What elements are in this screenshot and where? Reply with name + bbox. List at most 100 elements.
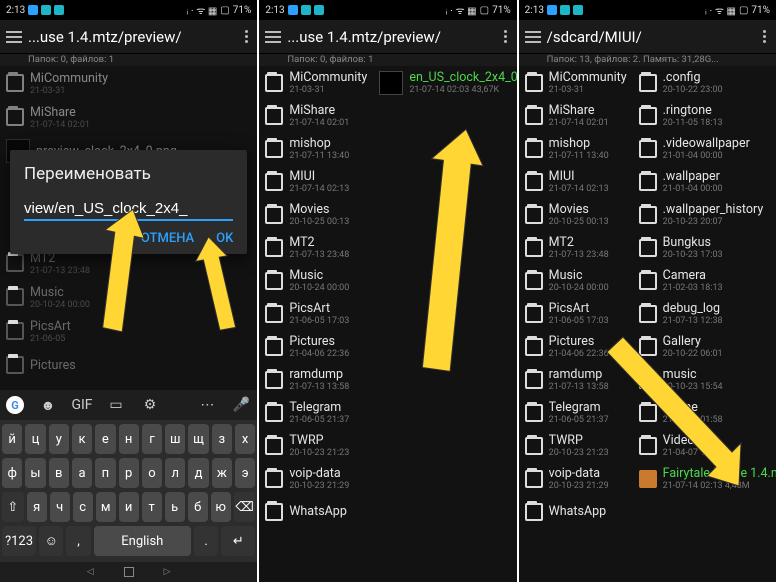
list-item[interactable]: Pictures21-04-06 22:36 <box>259 330 373 363</box>
mic-icon[interactable]: 🎤 <box>231 395 251 415</box>
home-softkey[interactable] <box>124 567 134 577</box>
list-item[interactable]: Movies20-10-25 00:13 <box>519 198 633 231</box>
recent-softkey[interactable]: ▷ <box>164 567 171 577</box>
overflow-icon[interactable] <box>239 30 253 43</box>
key[interactable]: ☺ <box>39 526 63 556</box>
list-item[interactable]: theme21-07-14 01:58 <box>633 396 776 429</box>
file-item[interactable]: en_US_clock_2x4_0.png 21-07-14 02:03 43,… <box>373 66 516 99</box>
key[interactable]: ⌫ <box>234 492 256 522</box>
list-item[interactable]: MT221-07-13 23:48 <box>259 231 373 264</box>
path-title[interactable]: ...use 1.4.mtz/preview/ <box>24 28 239 46</box>
overflow-icon[interactable] <box>758 30 772 43</box>
list-item[interactable]: music20-10-23 15:54 <box>633 363 776 396</box>
key[interactable]: а <box>72 458 92 488</box>
key[interactable]: э <box>235 458 255 488</box>
spacebar[interactable]: English <box>94 526 191 556</box>
key[interactable]: ы <box>25 458 45 488</box>
list-item[interactable]: debug_log21-07-13 12:38 <box>633 297 776 330</box>
key[interactable]: н <box>119 424 139 454</box>
key[interactable]: с <box>73 492 93 522</box>
list-item[interactable]: voip-data20-10-23 21:29 <box>259 462 373 495</box>
key[interactable]: е <box>95 424 115 454</box>
list-item[interactable]: MiShare21-07-14 02:01 <box>519 99 633 132</box>
key[interactable]: ф <box>2 458 22 488</box>
list-item[interactable]: PicsArt21-06-05 17:03 <box>259 297 373 330</box>
key[interactable]: ц <box>25 424 45 454</box>
ok-button[interactable]: OK <box>216 231 233 246</box>
rename-input[interactable] <box>24 198 233 221</box>
list-item[interactable]: PicsArt21-06-05 17:03 <box>519 297 633 330</box>
list-item[interactable]: Music20-10-24 00:00 <box>519 264 633 297</box>
list-item[interactable]: Bungkus20-10-23 17:03 <box>633 231 776 264</box>
key[interactable]: й <box>2 424 22 454</box>
key[interactable]: ю <box>211 492 231 522</box>
list-item[interactable]: mishop21-07-11 13:40 <box>519 132 633 165</box>
back-softkey[interactable]: ◁ <box>87 567 94 577</box>
list-item[interactable]: TWRP20-10-23 21:23 <box>519 429 633 462</box>
key[interactable]: т <box>142 492 162 522</box>
list-item[interactable]: MIUI21-07-14 02:13 <box>519 165 633 198</box>
key[interactable]: п <box>95 458 115 488</box>
key[interactable]: у <box>49 424 69 454</box>
key[interactable]: д <box>188 458 208 488</box>
key[interactable]: х <box>235 424 255 454</box>
sticker-icon[interactable]: ☻ <box>38 395 58 415</box>
key[interactable]: и <box>119 492 139 522</box>
cancel-button[interactable]: ОТМЕНА <box>141 231 194 246</box>
list-item[interactable]: .config20-10-22 23:00 <box>633 66 776 99</box>
key[interactable]: р <box>119 458 139 488</box>
key[interactable]: б <box>188 492 208 522</box>
list-item[interactable]: TWRP20-10-23 21:23 <box>259 429 373 462</box>
overflow-icon[interactable] <box>499 30 513 43</box>
menu-icon[interactable] <box>263 27 283 47</box>
list-item[interactable]: Music20-10-24 00:00 <box>259 264 373 297</box>
list-item[interactable]: Telegram21-06-05 21:37 <box>259 396 373 429</box>
list-item[interactable]: Camera21-02-03 18:13 <box>633 264 776 297</box>
key[interactable]: ч <box>50 492 70 522</box>
list-item[interactable]: MT221-07-13 23:48 <box>519 231 633 264</box>
key[interactable]: в <box>49 458 69 488</box>
list-item[interactable]: mishop21-07-11 13:40 <box>259 132 373 165</box>
list-item[interactable]: ramdump21-07-13 13:58 <box>519 363 633 396</box>
list-item[interactable]: MiShare21-07-14 02:01 <box>259 99 373 132</box>
settings-icon[interactable]: ⚙ <box>140 395 160 415</box>
list-item[interactable]: WhatsApp <box>519 495 633 528</box>
key[interactable]: м <box>96 492 116 522</box>
key[interactable]: з <box>212 424 232 454</box>
list-item[interactable]: Gallery20-10-22 06:01 <box>633 330 776 363</box>
list-item[interactable]: .wallpaper21-01-04 00:00 <box>633 165 776 198</box>
key[interactable]: ↵ <box>221 526 255 556</box>
key[interactable]: л <box>165 458 185 488</box>
key[interactable]: ш <box>165 424 185 454</box>
list-item[interactable]: .videowallpaper21-01-04 00:00 <box>633 132 776 165</box>
list-item[interactable]: MiCommunity21-03-31 <box>519 66 633 99</box>
list-item[interactable]: Fairytale house 1.4.mtz21-07-14 02:13 4,… <box>633 462 776 495</box>
key[interactable]: , <box>66 526 90 556</box>
list-item[interactable]: .ringtone20-11-05 18:13 <box>633 99 776 132</box>
menu-icon[interactable] <box>523 27 543 47</box>
key[interactable]: г <box>142 424 162 454</box>
path-title[interactable]: /sdcard/MIUI/ <box>543 28 758 46</box>
list-item[interactable]: Telegram21-06-05 21:37 <box>519 396 633 429</box>
keyboard[interactable]: G ☻ GIF ▭ ⚙ ⋯ 🎤 йцукенгшщзхфывапролджэ⇧я… <box>0 390 257 582</box>
list-item[interactable]: .wallpaper_history20-10-23 20:07 <box>633 198 776 231</box>
list-item[interactable]: voip-data20-10-23 21:29 <box>519 462 633 495</box>
menu-icon[interactable] <box>4 27 24 47</box>
key[interactable]: к <box>72 424 92 454</box>
list-item[interactable]: MIUI21-07-14 02:13 <box>259 165 373 198</box>
clipboard-icon[interactable]: ▭ <box>106 395 126 415</box>
list-item[interactable]: MiCommunity21-03-31 <box>259 66 373 99</box>
list-item[interactable]: ramdump21-07-13 13:58 <box>259 363 373 396</box>
list-item[interactable]: Pictures21-04-06 22:36 <box>519 330 633 363</box>
list-item[interactable]: Movies20-10-25 00:13 <box>259 198 373 231</box>
key[interactable]: ь <box>165 492 185 522</box>
key[interactable]: щ <box>188 424 208 454</box>
key[interactable]: ?123 <box>2 526 36 556</box>
key[interactable]: ж <box>212 458 232 488</box>
key[interactable]: о <box>142 458 162 488</box>
list-item[interactable]: WhatsApp <box>259 495 373 528</box>
key[interactable]: ⇧ <box>2 492 24 522</box>
gif-icon[interactable]: GIF <box>72 395 92 415</box>
list-item[interactable]: Video21-04-07 18:59 <box>633 429 776 462</box>
key[interactable]: . <box>194 526 218 556</box>
